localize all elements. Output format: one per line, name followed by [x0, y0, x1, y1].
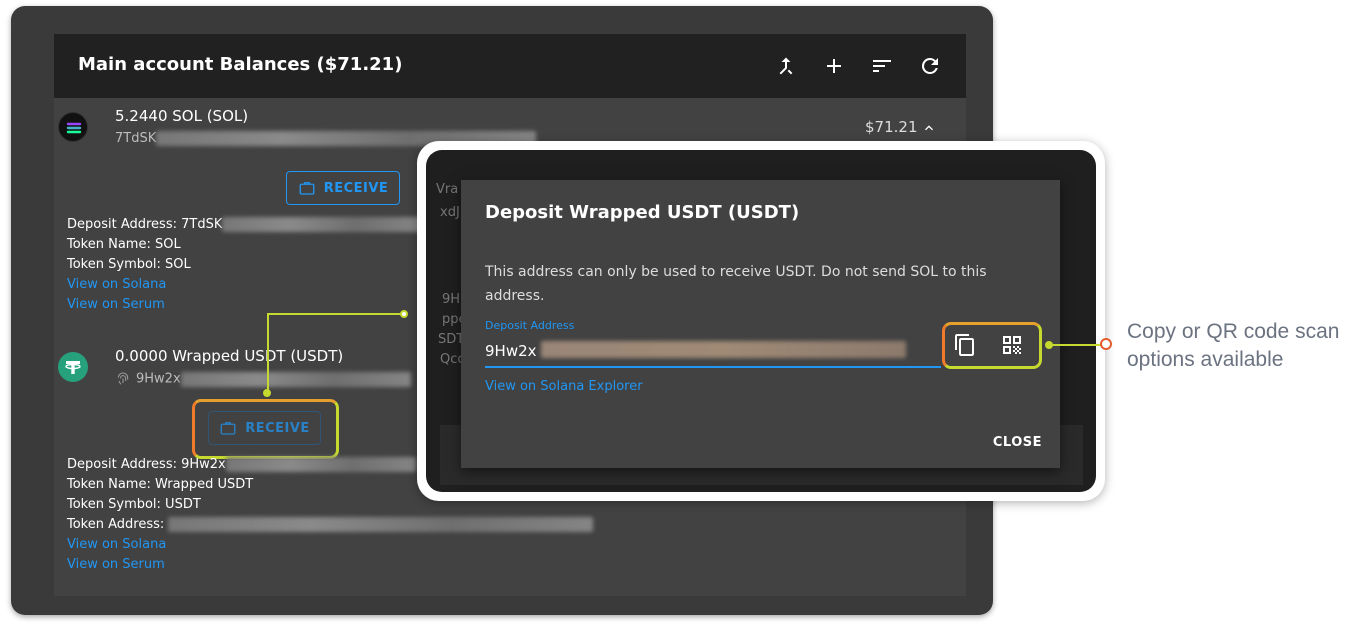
- copy-qr-highlight-box: [942, 322, 1042, 369]
- usdt-token-address: 9Hw2x: [115, 371, 411, 387]
- annotation-dot-end: [1100, 338, 1112, 350]
- deposit-address-field-label: Deposit Address: [485, 319, 575, 332]
- deposit-address-value: 9Hw2x: [485, 342, 537, 360]
- address-redaction: [541, 341, 907, 358]
- callout-connector: [267, 313, 269, 395]
- sol-address-prefix: 7TdSK: [115, 131, 157, 146]
- sol-token-symbol-line: Token Symbol: SOL: [67, 257, 191, 272]
- refresh-icon[interactable]: [918, 54, 942, 78]
- address-redaction: [168, 517, 594, 532]
- sol-token-value: $71.21: [865, 118, 918, 136]
- sol-receive-button[interactable]: RECEIVE: [286, 171, 400, 205]
- dialog-description: This address can only be used to receive…: [485, 264, 987, 304]
- close-button[interactable]: CLOSE: [993, 435, 1042, 450]
- callout-connector: [267, 313, 401, 315]
- token-address-label: Token Address:: [67, 517, 165, 532]
- receive-label: RECEIVE: [323, 180, 389, 196]
- sol-token-name-line: Token Name: SOL: [67, 237, 181, 252]
- merge-icon[interactable]: [774, 54, 798, 78]
- background-fragment: Vra: [436, 182, 459, 197]
- annotation-text: Copy or QR code scan options available: [1127, 318, 1339, 374]
- annotation-dot-start: [1045, 341, 1053, 349]
- tether-logo-icon: [58, 352, 88, 382]
- usdt-address-prefix: 9Hw2x: [136, 371, 181, 387]
- deposit-dialog: Deposit Wrapped USDT (USDT) This address…: [461, 180, 1060, 468]
- sort-icon[interactable]: [870, 54, 894, 78]
- sol-view-on-serum-link[interactable]: View on Serum: [67, 295, 422, 315]
- annotation-connector: [1049, 344, 1101, 346]
- zoomed-modal-background: Vra xdJ 9H ppe SDT Qcc Deposit Wrapped U…: [426, 150, 1096, 492]
- view-on-solana-explorer-link[interactable]: View on Solana Explorer: [485, 379, 643, 394]
- dialog-title: Deposit Wrapped USDT (USDT): [485, 202, 800, 223]
- background-fragment: xdJ: [440, 205, 460, 220]
- usdt-view-on-serum-link[interactable]: View on Serum: [67, 555, 593, 575]
- callout-dot: [263, 389, 271, 397]
- usdt-view-on-solana-link[interactable]: View on Solana: [67, 535, 593, 555]
- sol-details: Deposit Address: 7TdSK Token Name: SOL T…: [67, 215, 423, 315]
- background-fragment: 9H: [442, 292, 461, 307]
- chevron-up-icon[interactable]: [921, 120, 935, 134]
- annotation-line-2: options available: [1127, 348, 1284, 371]
- fingerprint-icon: [115, 371, 131, 387]
- sol-view-on-solana-link[interactable]: View on Solana: [67, 275, 422, 295]
- usdt-token-name: 0.0000 Wrapped USDT (USDT): [115, 347, 344, 365]
- address-redaction: [180, 371, 411, 387]
- briefcase-icon: [299, 182, 315, 195]
- solana-logo-icon: [58, 112, 88, 142]
- deposit-address-field[interactable]: 9Hw2x: [485, 340, 941, 368]
- usdt-token-address-line: Token Address:: [67, 515, 594, 535]
- deposit-address-label: Deposit Address: 7TdSK: [67, 217, 223, 232]
- deposit-address-label: Deposit Address: 9Hw2x: [67, 457, 226, 472]
- receive-highlight-box: [192, 399, 339, 459]
- address-redaction: [222, 217, 423, 232]
- page-title: Main account Balances ($71.21): [78, 54, 403, 75]
- annotation-line-1: Copy or QR code scan: [1127, 320, 1340, 343]
- panel-header: Main account Balances ($71.21): [54, 34, 966, 98]
- sol-token-name: 5.2440 SOL (SOL): [115, 107, 249, 125]
- address-redaction: [225, 457, 416, 472]
- add-icon[interactable]: [822, 54, 846, 78]
- callout-dot: [400, 310, 408, 318]
- sol-deposit-address: Deposit Address: 7TdSK: [67, 215, 423, 235]
- zoomed-modal-frame: Vra xdJ 9H ppe SDT Qcc Deposit Wrapped U…: [417, 141, 1105, 501]
